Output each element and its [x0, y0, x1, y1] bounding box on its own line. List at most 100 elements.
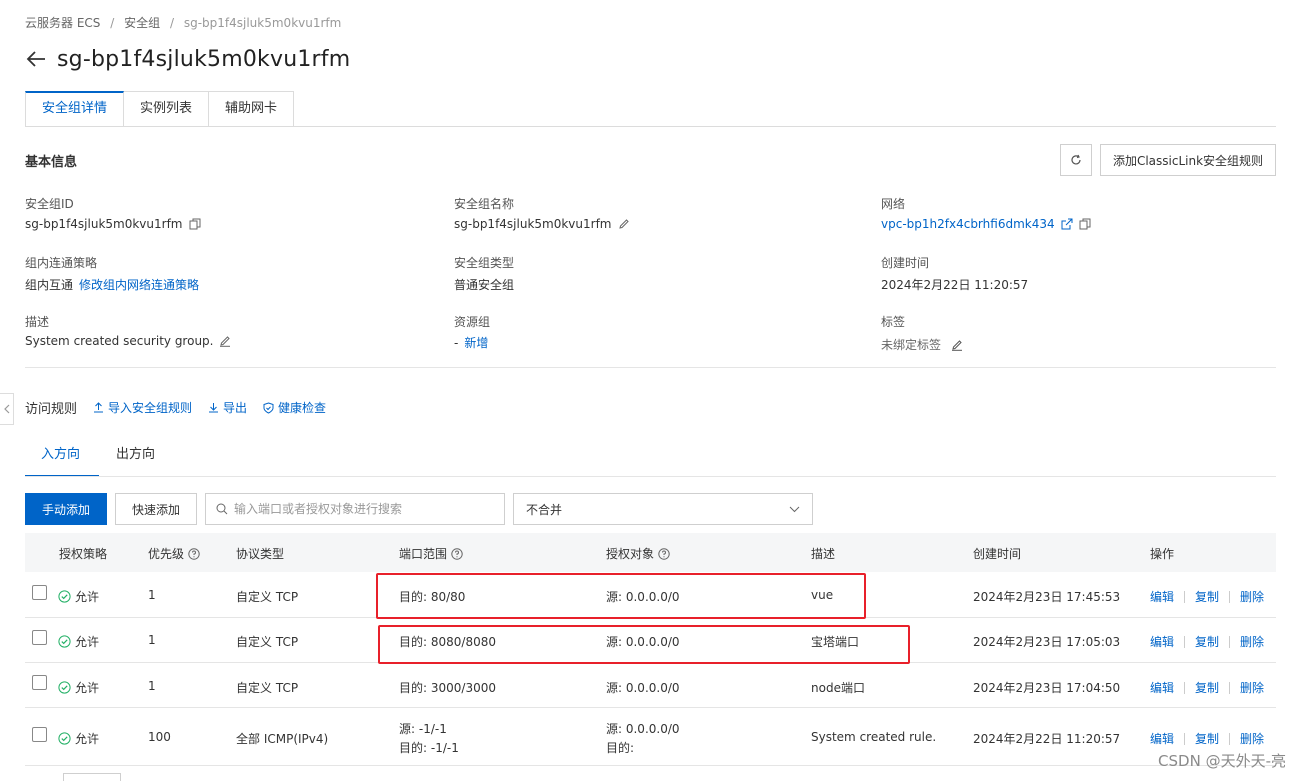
- col-header-source-label: 授权对象: [606, 547, 655, 561]
- refresh-button[interactable]: [1060, 144, 1092, 176]
- col-header-created: 创建时间: [973, 547, 1022, 561]
- edit-pencil-icon[interactable]: [951, 339, 963, 351]
- priority-cell: 1: [148, 633, 156, 647]
- rules-title: 访问规则: [25, 402, 78, 417]
- col-header-port-label: 端口范围: [399, 547, 448, 561]
- col-header-actions: 操作: [1150, 547, 1175, 561]
- port-cell-line2: 目的: -1/-1: [399, 741, 459, 755]
- basic-info-title: 基本信息: [25, 155, 78, 170]
- check-circle-icon: [58, 732, 71, 745]
- policy-value: 允许: [75, 590, 100, 604]
- direction-tabs-divider: [25, 476, 1276, 477]
- created-cell: 2024年2月23日 17:04:50: [973, 681, 1121, 695]
- row-checkbox[interactable]: [32, 727, 47, 742]
- add-classiclink-rule-button[interactable]: 添加ClassicLink安全组规则: [1100, 144, 1276, 176]
- tab-secondary-eni[interactable]: 辅助网卡: [209, 91, 295, 127]
- help-icon[interactable]: [451, 547, 463, 560]
- import-rules-link[interactable]: 导入安全组规则: [93, 399, 192, 416]
- export-link[interactable]: 导出: [208, 399, 247, 416]
- edit-link[interactable]: 编辑: [1150, 633, 1174, 650]
- pagination-size-select[interactable]: [63, 773, 121, 781]
- protocol-cell: 自定义 TCP: [236, 635, 299, 649]
- sidebar-collapse-handle[interactable]: [0, 393, 14, 425]
- row-checkbox[interactable]: [32, 630, 47, 645]
- priority-cell: 1: [148, 679, 156, 693]
- edit-link[interactable]: 编辑: [1150, 679, 1174, 696]
- back-arrow-icon[interactable]: [25, 48, 47, 70]
- intra-policy-row: 组内互通 修改组内网络连通策略: [25, 276, 199, 293]
- breadcrumb-item-ecs[interactable]: 云服务器 ECS: [25, 16, 100, 30]
- breadcrumb: 云服务器 ECS / 安全组 / sg-bp1f4sjluk5m0kvu1rfm: [25, 16, 342, 30]
- row-checkbox[interactable]: [32, 675, 47, 690]
- copy-link[interactable]: 复制: [1195, 679, 1219, 696]
- manual-add-button[interactable]: 手动添加: [25, 493, 107, 525]
- edit-link[interactable]: 编辑: [1150, 730, 1174, 747]
- copy-link[interactable]: 复制: [1195, 730, 1219, 747]
- table-row: 允许 100 全部 ICMP(IPv4) 源: -1/-1 目的: -1/-1 …: [25, 708, 1276, 766]
- breadcrumb-current: sg-bp1f4sjluk5m0kvu1rfm: [183, 16, 342, 30]
- resource-group-row: - 新增: [454, 334, 488, 351]
- network-row: vpc-bp1h2fx4cbrhfi6dmk434: [881, 217, 1091, 231]
- vpc-link[interactable]: vpc-bp1h2fx4cbrhfi6dmk434: [881, 217, 1055, 231]
- tab-outbound[interactable]: 出方向: [116, 440, 155, 470]
- col-header-source: 授权对象: [606, 545, 670, 562]
- col-header-description: 描述: [811, 547, 836, 561]
- copy-icon[interactable]: [189, 218, 201, 230]
- resource-group-label: 资源组: [454, 315, 491, 329]
- rule-search: [205, 493, 505, 525]
- priority-cell: 100: [148, 730, 171, 744]
- edit-pencil-icon[interactable]: [618, 218, 630, 230]
- source-cell-line2: 目的:: [606, 741, 635, 755]
- created-time-label: 创建时间: [881, 256, 930, 270]
- intra-policy-label: 组内连通策略: [25, 256, 98, 270]
- row-checkbox[interactable]: [32, 585, 47, 600]
- sg-type-value: 普通安全组: [454, 278, 515, 292]
- add-resource-group-link[interactable]: 新增: [464, 334, 488, 351]
- copy-link[interactable]: 复制: [1195, 588, 1219, 605]
- import-rules-label: 导入安全组规则: [108, 401, 193, 415]
- modify-intra-policy-link[interactable]: 修改组内网络连通策略: [79, 276, 199, 293]
- created-cell: 2024年2月23日 17:45:53: [973, 590, 1121, 604]
- description-row: System created security group.: [25, 334, 231, 348]
- help-icon[interactable]: [658, 547, 670, 560]
- rules-table-header: 授权策略 优先级 协议类型 端口范围 授权对象 描述 创建时间 操作: [25, 533, 1276, 572]
- highlight-annotation-box: [378, 625, 910, 664]
- tab-instance-list[interactable]: 实例列表: [124, 91, 210, 127]
- search-input[interactable]: [234, 502, 494, 516]
- chevron-down-icon: [789, 506, 800, 512]
- section-divider: [25, 367, 1276, 368]
- quick-add-button[interactable]: 快速添加: [115, 493, 197, 525]
- sg-type-label: 安全组类型: [454, 256, 515, 270]
- delete-link[interactable]: 删除: [1240, 588, 1264, 605]
- port-cell-line1: 源: -1/-1: [399, 722, 447, 736]
- delete-link[interactable]: 删除: [1240, 679, 1264, 696]
- upload-icon: [94, 402, 104, 413]
- row-actions: 编辑 复制 删除: [1150, 633, 1264, 650]
- description-label: 描述: [25, 315, 50, 329]
- edit-pencil-icon[interactable]: [219, 335, 231, 347]
- tab-sg-detail[interactable]: 安全组详情: [25, 91, 125, 127]
- copy-link[interactable]: 复制: [1195, 633, 1219, 650]
- edit-link[interactable]: 编辑: [1150, 588, 1174, 605]
- tags-value: 未绑定标签: [881, 338, 942, 352]
- source-cell-line1: 源: 0.0.0.0/0: [606, 722, 680, 736]
- policy-cell: 允许: [58, 679, 99, 696]
- export-label: 导出: [223, 401, 248, 415]
- delete-link[interactable]: 删除: [1240, 730, 1264, 747]
- sg-name-row: sg-bp1f4sjluk5m0kvu1rfm: [454, 217, 630, 231]
- copy-icon[interactable]: [1079, 218, 1091, 230]
- tab-inbound[interactable]: 入方向: [41, 440, 80, 470]
- protocol-cell: 全部 ICMP(IPv4): [236, 732, 329, 746]
- health-check-link[interactable]: 健康检查: [263, 399, 326, 416]
- delete-link[interactable]: 删除: [1240, 633, 1264, 650]
- watermark: CSDN @天外天-亮: [1158, 752, 1286, 770]
- merge-select-value: 不合并: [526, 502, 563, 517]
- sg-name-label: 安全组名称: [454, 197, 515, 211]
- col-header-priority-label: 优先级: [148, 547, 185, 561]
- breadcrumb-item-security-group[interactable]: 安全组: [124, 16, 160, 30]
- priority-cell: 1: [148, 588, 156, 602]
- col-header-protocol: 协议类型: [236, 547, 285, 561]
- help-icon[interactable]: [188, 547, 200, 560]
- merge-select[interactable]: 不合并: [513, 493, 813, 525]
- external-link-icon[interactable]: [1061, 218, 1073, 230]
